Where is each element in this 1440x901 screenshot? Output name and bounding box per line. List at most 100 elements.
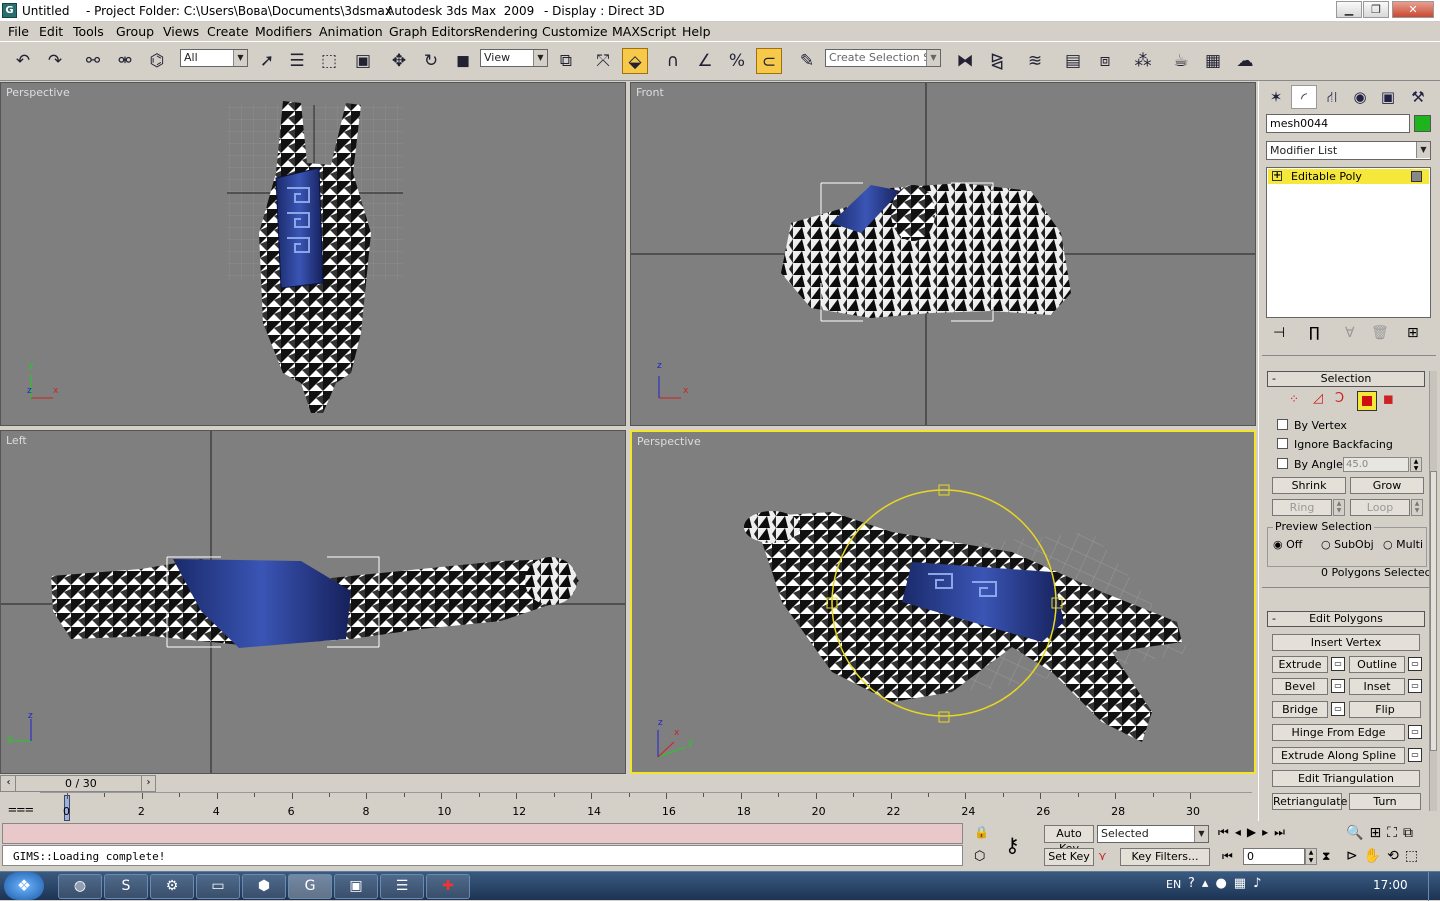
motion-tab-icon[interactable]: ◉ xyxy=(1347,85,1373,109)
grow-button[interactable]: Grow xyxy=(1350,477,1424,494)
volume-icon[interactable]: ♪ xyxy=(1253,876,1268,891)
extrude-along-spline-button[interactable]: Extrude Along Spline xyxy=(1272,747,1405,764)
bridge-settings-icon[interactable]: ▭ xyxy=(1331,702,1345,716)
zoom-icon[interactable]: 🔍 xyxy=(1346,825,1369,841)
viewport-navigation-top[interactable]: 🔍⊞⛶⧉ xyxy=(1346,825,1419,841)
ring-button[interactable]: Ring xyxy=(1272,499,1332,516)
key-mode-toggle-icon[interactable]: ⏮ xyxy=(1222,849,1233,864)
bevel-button[interactable]: Bevel xyxy=(1272,678,1328,695)
rendered-frame-window-icon[interactable]: ▦ xyxy=(1200,48,1226,74)
inset-settings-icon[interactable]: ▭ xyxy=(1408,679,1422,693)
expand-icon[interactable]: + xyxy=(1272,171,1282,181)
timeline-ruler[interactable]: 0 2 4 6 8 10 12 14 16 18 20 22 24 26 28 30 xyxy=(40,792,1252,822)
menu-maxscript[interactable]: MAXScript xyxy=(612,24,676,39)
zoom-all-icon[interactable]: ⊞ xyxy=(1369,825,1387,841)
go-to-end-icon[interactable]: ⏭ xyxy=(1274,825,1291,839)
modifier-stack[interactable]: + Editable Poly xyxy=(1266,167,1431,318)
system-tray[interactable]: ?▴●▦♪ xyxy=(1188,876,1268,891)
absolute-mode-icon[interactable]: ⬡ xyxy=(974,849,985,864)
help-icon[interactable]: ? xyxy=(1188,876,1202,891)
scale-icon[interactable]: ◼ xyxy=(450,48,476,74)
edit-triangulation-button[interactable]: Edit Triangulation xyxy=(1272,770,1420,787)
render-production-icon[interactable]: ☁ xyxy=(1232,48,1258,74)
redo-icon[interactable]: ↷ xyxy=(42,48,68,74)
tray-app-icon[interactable]: ● xyxy=(1215,876,1233,891)
maximize-viewport-icon[interactable]: ⬚ xyxy=(1405,848,1424,864)
hierarchy-tab-icon[interactable]: ⛙ xyxy=(1319,85,1345,109)
viewport-top-left[interactable]: Perspective y z x xyxy=(0,82,626,426)
menu-animation[interactable]: Animation xyxy=(319,24,383,39)
next-frame-icon[interactable]: ▸ xyxy=(1262,825,1274,839)
chevron-right-icon[interactable]: › xyxy=(141,776,155,791)
select-object-icon[interactable]: ➚ xyxy=(254,48,280,74)
menu-customize[interactable]: Customize xyxy=(542,24,608,39)
close-button[interactable]: ✕ xyxy=(1392,1,1434,18)
stack-display-icon[interactable] xyxy=(1411,171,1422,182)
selection-rollout-header[interactable]: - Selection xyxy=(1267,371,1425,387)
taskbar-skype-icon[interactable]: S xyxy=(104,874,148,899)
menu-help[interactable]: Help xyxy=(682,24,711,39)
insert-vertex-button[interactable]: Insert Vertex xyxy=(1272,634,1420,651)
vertex-mode-icon[interactable]: ⁘ xyxy=(1289,392,1299,406)
tray-expand-icon[interactable]: ▴ xyxy=(1202,876,1216,891)
time-configuration-icon[interactable]: ⧗ xyxy=(1322,849,1330,864)
undo-icon[interactable]: ↶ xyxy=(10,48,36,74)
flip-button[interactable]: Flip xyxy=(1349,701,1421,718)
rect-selection-icon[interactable]: ⬚ xyxy=(316,48,342,74)
by-angle-checkbox[interactable]: By Angle: xyxy=(1277,458,1347,471)
edge-mode-icon[interactable]: ◿ xyxy=(1313,391,1323,406)
menu-tools[interactable]: Tools xyxy=(73,24,104,39)
field-of-view-icon[interactable]: ⊳ xyxy=(1346,848,1364,864)
loop-spinner[interactable]: ▲ ▼ xyxy=(1411,499,1423,516)
move-icon[interactable]: ✥ xyxy=(386,48,412,74)
taskbar-terminal-icon[interactable]: ▣ xyxy=(334,874,378,899)
app-icon[interactable]: G xyxy=(2,3,17,18)
viewport-front[interactable]: Front z x xyxy=(630,82,1256,426)
unlink-icon[interactable]: ⚮ xyxy=(112,48,138,74)
object-name-input[interactable]: mesh0044 xyxy=(1266,114,1410,133)
outline-settings-icon[interactable]: ▭ xyxy=(1408,657,1422,671)
make-unique-icon[interactable]: ∀ xyxy=(1345,325,1355,341)
window-crossing-icon[interactable]: ▣ xyxy=(350,48,376,74)
current-frame-field[interactable]: 0 xyxy=(1243,848,1305,865)
outline-button[interactable]: Outline xyxy=(1349,656,1405,673)
spinner-snap-icon[interactable]: ⊂ xyxy=(756,48,782,74)
taskbar-3dsmax-icon[interactable]: G xyxy=(288,874,332,899)
preview-multi-radio[interactable]: ○ Multi xyxy=(1383,538,1423,551)
pin-stack-icon[interactable]: ⊣ xyxy=(1273,325,1285,341)
mirror-icon[interactable]: ⧓ xyxy=(952,48,978,74)
taskbar-firefox-icon[interactable]: ◍ xyxy=(58,874,102,899)
pan-icon[interactable]: ✋ xyxy=(1364,848,1387,864)
chevron-left-icon[interactable]: ‹ xyxy=(2,776,16,791)
minimize-button[interactable]: ▁ xyxy=(1336,1,1362,18)
viewport-perspective-active[interactable]: Perspective z y x xyxy=(630,430,1256,774)
schematic-view-icon[interactable]: ⧈ xyxy=(1092,48,1118,74)
modifier-list-dropdown[interactable]: Modifier List ▼ xyxy=(1266,141,1431,160)
angle-spinner[interactable]: ▲ ▼ xyxy=(1410,457,1422,472)
create-tab-icon[interactable]: ✶ xyxy=(1263,85,1289,109)
hinge-settings-icon[interactable]: ▭ xyxy=(1408,725,1422,739)
render-setup-icon[interactable]: ☕ xyxy=(1168,48,1194,74)
menu-file[interactable]: File xyxy=(8,24,29,39)
utilities-tab-icon[interactable]: ⚒ xyxy=(1405,85,1431,109)
menu-edit[interactable]: Edit xyxy=(39,24,63,39)
layer-manager-icon[interactable]: ≋ xyxy=(1022,48,1048,74)
key-mode-dropdown[interactable]: Selected ▼ xyxy=(1097,825,1209,843)
object-color-swatch[interactable] xyxy=(1414,115,1431,132)
ignore-backfacing-checkbox[interactable]: Ignore Backfacing xyxy=(1277,438,1393,451)
play-icon[interactable]: ▶ xyxy=(1247,825,1262,839)
mini-curve-editor-icon[interactable]: ⩶ xyxy=(8,799,34,817)
border-mode-icon[interactable]: Ɔ xyxy=(1335,391,1344,406)
edit-named-selection-icon[interactable]: ✎ xyxy=(794,48,820,74)
select-manipulate-icon[interactable]: ⤧ xyxy=(590,48,616,74)
select-by-name-icon[interactable]: ☰ xyxy=(284,48,310,74)
named-selection-set-dropdown[interactable]: Create Selection Se ▼ xyxy=(825,49,941,67)
viewport-navigation-bottom[interactable]: ⊳✋⟲⬚ xyxy=(1346,848,1424,864)
menu-views[interactable]: Views xyxy=(163,24,199,39)
maximize-button[interactable]: ❐ xyxy=(1363,1,1389,18)
modify-tab-icon[interactable]: ◜ xyxy=(1291,85,1317,109)
hinge-from-edge-button[interactable]: Hinge From Edge xyxy=(1272,724,1405,741)
turn-button[interactable]: Turn xyxy=(1349,793,1421,810)
bevel-settings-icon[interactable]: ▭ xyxy=(1331,679,1345,693)
curve-editor-icon[interactable]: ▤ xyxy=(1060,48,1086,74)
